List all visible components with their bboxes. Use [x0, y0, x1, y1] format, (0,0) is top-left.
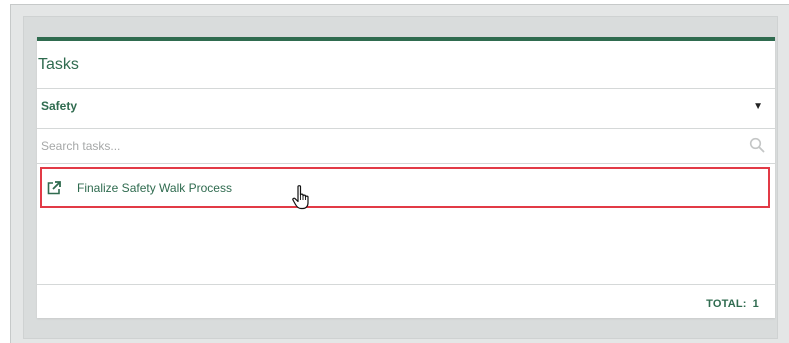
category-selected-value: Safety	[41, 99, 78, 113]
total-count: TOTAL: 1	[706, 298, 759, 310]
widget-title: Tasks	[38, 56, 79, 73]
open-in-new-icon	[47, 181, 61, 195]
hand-pointer-icon	[292, 185, 309, 210]
search-divider	[37, 163, 775, 164]
tasks-widget: Tasks Safety ▼ Finalize Safety Walk Proc…	[37, 37, 775, 318]
search-icon[interactable]	[749, 137, 765, 153]
search-row	[37, 129, 775, 163]
task-item[interactable]: Finalize Safety Walk Process	[40, 167, 770, 208]
search-input[interactable]	[41, 137, 721, 155]
task-label: Finalize Safety Walk Process	[77, 181, 232, 195]
total-value: 1	[752, 298, 759, 310]
category-dropdown[interactable]: Safety ▼	[37, 89, 775, 128]
footer: TOTAL: 1	[37, 285, 775, 318]
total-label: TOTAL:	[706, 298, 747, 310]
dropdown-caret-icon: ▼	[753, 101, 763, 112]
